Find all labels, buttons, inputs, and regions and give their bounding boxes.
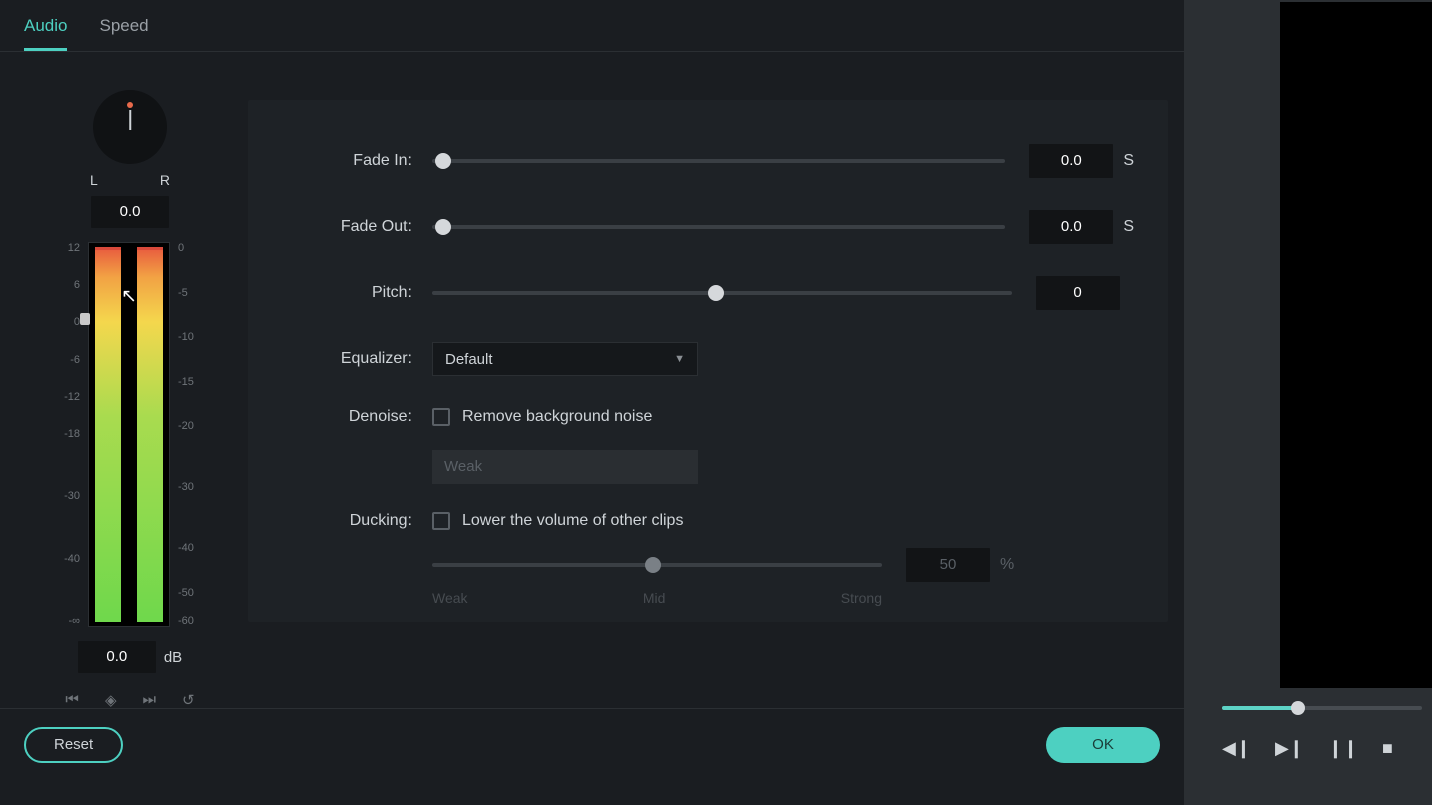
fade-out-value-input[interactable]: 0.0	[1029, 210, 1113, 244]
denoise-label: Denoise:	[282, 408, 432, 426]
equalizer-dropdown[interactable]: Default ▼	[432, 342, 698, 376]
fade-out-slider-thumb[interactable]	[435, 219, 451, 235]
keyframe-prev-icon[interactable]: ⏮	[65, 691, 79, 709]
fade-in-value-input[interactable]: 0.0	[1029, 144, 1113, 178]
pitch-slider[interactable]	[432, 291, 1012, 295]
pitch-label: Pitch:	[282, 284, 432, 302]
chevron-down-icon: ▼	[674, 353, 685, 365]
playback-progress-thumb[interactable]	[1291, 701, 1305, 715]
prev-frame-icon[interactable]: ◀❙	[1222, 738, 1251, 759]
denoise-row: Denoise: Remove background noise	[282, 408, 1134, 426]
label-left-channel: L	[90, 172, 98, 188]
denoise-checkbox[interactable]	[432, 408, 450, 426]
ducking-unit: %	[1000, 556, 1014, 574]
keyframe-add-icon[interactable]: ◈	[105, 691, 117, 709]
ducking-slider-row: 50 %	[432, 548, 1134, 582]
play-icon[interactable]: ▶❙	[1275, 738, 1304, 759]
pitch-value-input[interactable]: 0	[1036, 276, 1120, 310]
fade-out-row: Fade Out: 0.0 S	[282, 210, 1134, 244]
pan-knob[interactable]	[93, 90, 167, 164]
pitch-slider-thumb[interactable]	[708, 285, 724, 301]
meter-bar-right	[137, 247, 163, 622]
preview-viewport	[1280, 2, 1432, 688]
denoise-strength-dropdown[interactable]: Weak	[432, 450, 698, 484]
ducking-tick-mid: Mid	[643, 590, 666, 606]
audio-params-panel: Fade In: 0.0 S Fade Out: 0.0 S Pitch: 0 …	[248, 100, 1168, 622]
fade-in-slider[interactable]	[432, 159, 1005, 163]
audio-settings-panel: Audio Speed L R 0.0 12 6 0 -6 -12 -18 -3…	[0, 0, 1184, 780]
pitch-row: Pitch: 0	[282, 276, 1134, 310]
meter-bar-left	[95, 247, 121, 622]
pan-channel-labels: L R	[90, 172, 170, 188]
playback-controls: ◀❙ ▶❙ ❙❙ ■	[1184, 688, 1432, 805]
tab-bar: Audio Speed	[0, 0, 1184, 52]
fade-in-slider-thumb[interactable]	[435, 153, 451, 169]
ducking-tick-labels: Weak Mid Strong	[432, 590, 882, 606]
meter-gain-handle[interactable]	[80, 313, 90, 325]
preview-pane: ◀❙ ▶❙ ❙❙ ■	[1184, 0, 1432, 805]
fade-in-row: Fade In: 0.0 S	[282, 144, 1134, 178]
ducking-slider-thumb[interactable]	[645, 557, 661, 573]
ducking-slider[interactable]	[432, 563, 882, 567]
fade-out-label: Fade Out:	[282, 218, 432, 236]
dialog-button-bar: Reset OK	[0, 708, 1184, 780]
denoise-checkbox-label: Remove background noise	[462, 408, 652, 426]
equalizer-value: Default	[445, 351, 493, 368]
stop-icon[interactable]: ■	[1382, 738, 1393, 759]
db-unit-label: dB	[164, 649, 182, 666]
label-right-channel: R	[160, 172, 170, 188]
undo-icon[interactable]: ↺	[182, 691, 195, 709]
playback-progress-fill	[1222, 706, 1298, 710]
fade-in-unit: S	[1123, 152, 1134, 170]
meter-ticks-left: 12 6 0 -6 -12 -18 -30 -40 -∞	[50, 242, 80, 627]
level-meter-column: L R 0.0 12 6 0 -6 -12 -18 -30 -40 -∞	[20, 90, 240, 709]
ok-button[interactable]: OK	[1046, 727, 1160, 763]
pitch-unit-spacer	[1130, 284, 1134, 302]
gain-db-input[interactable]: 0.0	[78, 641, 156, 673]
fade-out-unit: S	[1123, 218, 1134, 236]
keyframe-next-icon[interactable]: ⏭	[142, 691, 156, 709]
fade-out-slider[interactable]	[432, 225, 1005, 229]
reset-button[interactable]: Reset	[24, 727, 123, 763]
meter-ticks-right: 0 -5 -10 -15 -20 -30 -40 -50 -60	[178, 242, 210, 627]
tab-speed[interactable]: Speed	[99, 16, 148, 51]
equalizer-row: Equalizer: Default ▼	[282, 342, 1134, 376]
ducking-row: Ducking: Lower the volume of other clips	[282, 512, 1134, 530]
ducking-checkbox-label: Lower the volume of other clips	[462, 512, 683, 530]
pause-icon[interactable]: ❙❙	[1328, 738, 1358, 759]
ducking-checkbox[interactable]	[432, 512, 450, 530]
ducking-value-input[interactable]: 50	[906, 548, 990, 582]
ducking-tick-weak: Weak	[432, 590, 468, 606]
ducking-label: Ducking:	[282, 512, 432, 530]
level-meter: 12 6 0 -6 -12 -18 -30 -40 -∞ 0	[50, 242, 210, 627]
ducking-tick-strong: Strong	[841, 590, 882, 606]
fade-in-label: Fade In:	[282, 152, 432, 170]
tab-audio[interactable]: Audio	[24, 16, 67, 51]
equalizer-label: Equalizer:	[282, 350, 432, 368]
pan-value-input[interactable]: 0.0	[91, 196, 169, 228]
playback-buttons: ◀❙ ▶❙ ❙❙ ■	[1222, 738, 1432, 759]
meter-bars	[88, 242, 170, 627]
gain-db-row: 0.0 dB	[20, 641, 240, 673]
playback-progress-slider[interactable]	[1222, 706, 1422, 710]
keyframe-controls: ⏮ ◈ ⏭ ↺	[20, 691, 240, 709]
